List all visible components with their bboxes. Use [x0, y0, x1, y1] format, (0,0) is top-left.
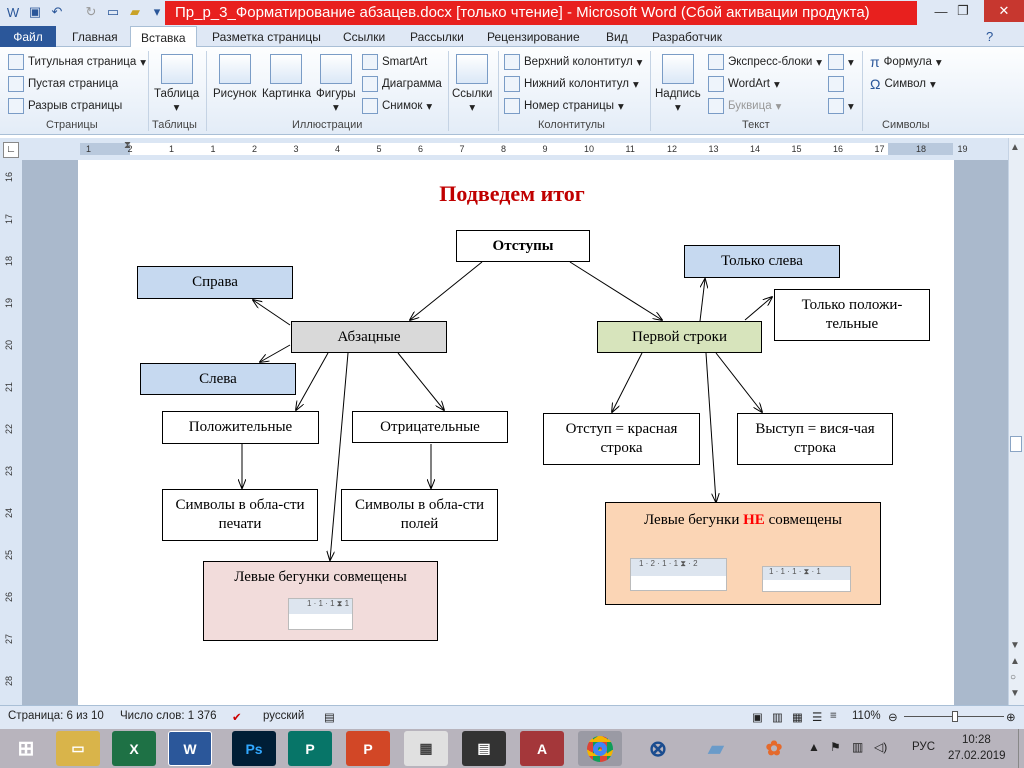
clock-date[interactable]: 27.02.2019	[948, 750, 1006, 762]
photoshop-icon[interactable]: Ps	[232, 731, 276, 766]
zoom-in-icon[interactable]: ⊕	[1006, 710, 1016, 724]
tray-arrow-icon[interactable]: ▲	[808, 740, 820, 754]
node-first-line: Первой строки	[597, 321, 762, 353]
node-only-left: Только слева	[684, 245, 840, 278]
publisher-icon[interactable]: P	[288, 731, 332, 766]
paint-icon[interactable]: ✿	[752, 731, 796, 766]
input-language[interactable]: РУС	[912, 741, 935, 753]
node-paragraph: Абзацные	[291, 321, 447, 353]
word-count[interactable]: Число слов: 1 376	[120, 710, 217, 722]
word-taskbar-icon[interactable]: W	[168, 731, 212, 766]
page-count[interactable]: Страница: 6 из 10	[8, 710, 104, 722]
node-red-line: Отступ = красная строка	[543, 413, 700, 465]
scroll-thumb[interactable]	[1010, 436, 1022, 452]
access-icon[interactable]: A	[520, 731, 564, 766]
web-layout-icon[interactable]: ▦	[792, 710, 803, 724]
notepad-icon[interactable]: ▰	[694, 731, 738, 766]
node-negative: Отрицательные	[352, 411, 508, 443]
node-margins-area: Символы в обла-сти полей	[341, 489, 498, 541]
skype-like-icon[interactable]: ⊗	[636, 731, 680, 766]
merged-ruler-image: 1 · 1 · 1 ⧗ 1	[288, 598, 353, 630]
spellcheck-icon[interactable]: ✔	[232, 710, 242, 724]
zoom-level[interactable]: 110%	[852, 710, 881, 722]
zoom-slider-thumb[interactable]	[952, 711, 958, 722]
node-indents: Отступы	[456, 230, 590, 262]
file-explorer-icon[interactable]: ▭	[56, 731, 100, 766]
draft-view-icon[interactable]: ≡	[830, 710, 837, 722]
powerpoint-icon[interactable]: P	[346, 731, 390, 766]
zoom-out-icon[interactable]: ⊖	[888, 710, 898, 724]
excel-icon[interactable]: X	[112, 731, 156, 766]
node-only-positive: Только положи-тельные	[774, 289, 930, 341]
vertical-scrollbar[interactable]	[1008, 138, 1024, 705]
volume-icon[interactable]: ◁)	[874, 740, 887, 754]
prev-page-icon[interactable]: ▲	[1010, 656, 1022, 670]
reading-view-icon[interactable]: ▥	[772, 710, 783, 724]
scroll-up-icon[interactable]: ▲	[1010, 142, 1022, 156]
print-layout-icon[interactable]: ▣	[752, 710, 763, 724]
node-right: Справа	[137, 266, 293, 299]
diagram-title: Подведем итог	[439, 181, 585, 206]
show-desktop-button[interactable]	[1018, 729, 1024, 768]
node-left: Слева	[140, 363, 296, 395]
video-editor-icon[interactable]: ▤	[462, 731, 506, 766]
node-positive: Положительные	[162, 411, 319, 444]
macro-record-icon[interactable]: ▤	[324, 710, 335, 724]
network-icon[interactable]: ▥	[852, 740, 863, 754]
flag-icon[interactable]: ⚑	[830, 740, 841, 754]
windows-start-icon[interactable]: ⊞	[4, 731, 48, 766]
scroll-down-icon[interactable]: ▼	[1010, 640, 1022, 654]
clock-time[interactable]: 10:28	[962, 734, 991, 746]
outline-view-icon[interactable]: ☰	[812, 710, 822, 724]
language[interactable]: русский	[263, 710, 304, 722]
next-page-icon[interactable]: ▼	[1010, 688, 1022, 702]
not-merged-ruler-image-1: 1 · 2 · 1 · 1 ⧗ · 2	[630, 558, 727, 591]
chrome-icon[interactable]	[578, 731, 622, 766]
node-print-area: Символы в обла-сти печати	[162, 489, 318, 541]
calculator-icon[interactable]: ▦	[404, 731, 448, 766]
browse-object-icon[interactable]: ○	[1010, 672, 1022, 686]
node-hanging: Выступ = вися-чая строка	[737, 413, 893, 465]
not-merged-ruler-image-2: 1 · 1 · 1 · ⧗ · 1	[762, 566, 851, 592]
